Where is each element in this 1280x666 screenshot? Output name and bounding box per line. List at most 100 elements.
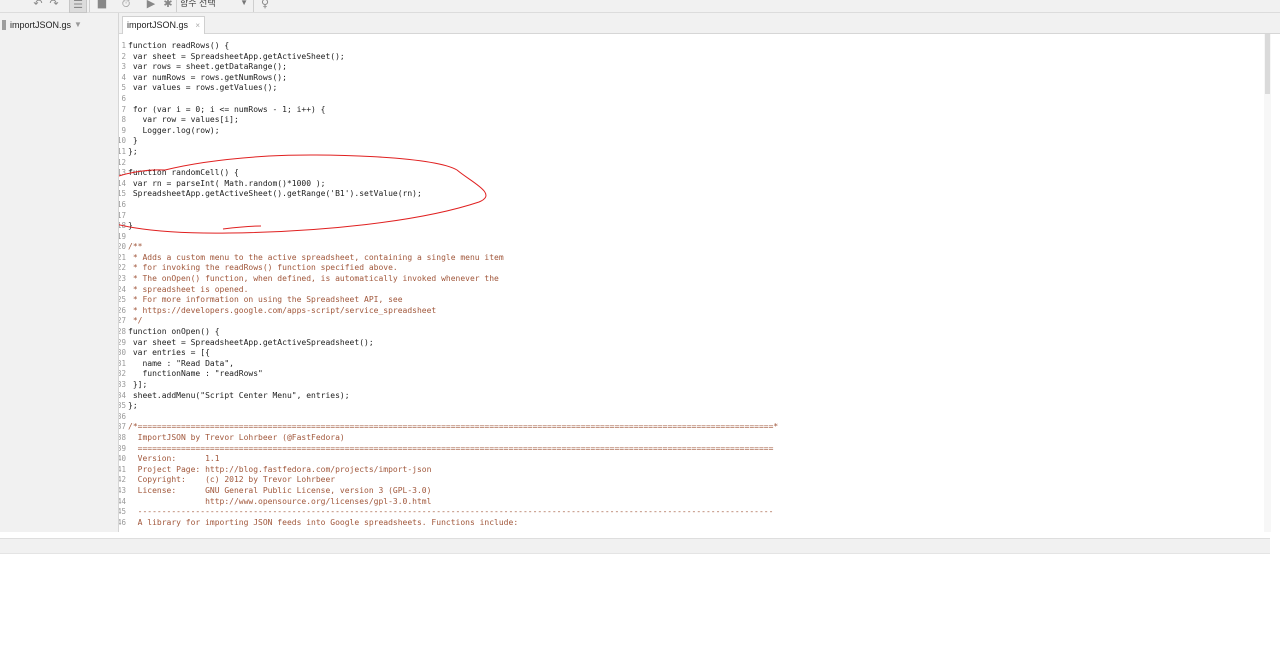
chevron-down-icon: ▼ [240, 0, 248, 7]
line-number: 7 [121, 104, 126, 114]
toolbar-divider [89, 0, 90, 12]
line-number: 2 [121, 51, 126, 61]
status-bar [0, 538, 1270, 554]
line-number: 22 [119, 263, 126, 273]
line-number: 23 [119, 274, 126, 284]
line-number: 42 [119, 475, 126, 485]
line-number: 44 [119, 496, 126, 506]
line-number: 15 [119, 189, 126, 199]
line-number: 17 [119, 210, 126, 220]
code-text: var numRows = rows.getNumRows(); [128, 72, 287, 82]
code-text: var sheet = SpreadsheetApp.getActiveSpre… [128, 337, 374, 347]
code-text: var values = rows.getValues(); [128, 83, 278, 93]
code-text: * spreadsheet is opened. [128, 284, 249, 294]
line-number: 34 [119, 390, 126, 400]
line-number: 19 [119, 231, 126, 241]
line-number: 31 [119, 358, 126, 368]
line-number: 11 [119, 146, 126, 156]
line-number: 26 [119, 305, 126, 315]
code-text: */ [128, 316, 143, 326]
indent-icon[interactable]: ☰ [69, 0, 87, 13]
line-number: 13 [119, 168, 126, 178]
save-icon[interactable]: ■ [94, 0, 110, 11]
code-text: Project Page: http://blog.fastfedora.com… [128, 464, 432, 474]
code-text: }]; [128, 380, 148, 389]
code-text: License: GNU General Public License, ver… [128, 485, 432, 495]
code-text: name : "Read Data", [128, 358, 234, 368]
line-number: 20 [119, 242, 126, 252]
code-text: * https://developers.google.com/apps-scr… [128, 305, 437, 315]
code-text: SpreadsheetApp.getActiveSheet().getRange… [128, 189, 422, 199]
line-number: 24 [119, 284, 126, 294]
line-number: 30 [119, 348, 126, 358]
code-text: function randomCell() { [128, 168, 239, 178]
redo-icon[interactable]: ↷ [46, 0, 62, 11]
line-number: 6 [121, 93, 126, 103]
debug-icon[interactable]: ✱ [160, 0, 176, 11]
code-text: A library for importing JSON feeds into … [128, 517, 519, 527]
lightbulb-icon[interactable]: ♀ [257, 0, 273, 11]
triggers-icon[interactable]: ⏱ [118, 0, 134, 11]
toolbar: ↶ ↷ ☰ ■ ⏱ ▶ ✱ 함수 선택 ▼ ♀ [0, 0, 1280, 13]
line-number: 8 [121, 115, 126, 125]
vertical-scrollbar[interactable] [1264, 34, 1271, 532]
line-number: 32 [119, 369, 126, 379]
toolbar-divider [253, 0, 254, 12]
code-text: * Adds a custom menu to the active sprea… [128, 252, 504, 262]
code-text: functionName : "readRows" [128, 369, 263, 379]
code-text: sheet.addMenu("Script Center Menu", entr… [128, 390, 350, 400]
line-number: 27 [119, 316, 126, 326]
line-number: 28 [119, 327, 126, 337]
run-icon[interactable]: ▶ [143, 0, 159, 11]
code-text: }; [128, 401, 138, 411]
line-number: 46 [119, 517, 126, 527]
code-text: ----------------------------------------… [128, 507, 774, 517]
undo-icon[interactable]: ↶ [30, 0, 46, 11]
sidebar-file-importjson[interactable]: importJSON.gs ▼ [0, 16, 116, 34]
toolbar-divider [176, 0, 177, 12]
line-number: 14 [119, 178, 126, 188]
line-number: 9 [121, 125, 126, 135]
line-number: 39 [119, 443, 126, 453]
line-number: 29 [119, 337, 126, 347]
scrollbar-thumb[interactable] [1265, 34, 1270, 94]
code-text: * For more information on using the Spre… [128, 295, 403, 305]
line-number: 41 [119, 464, 126, 474]
code-text: var sheet = SpreadsheetApp.getActiveShee… [128, 51, 345, 61]
code-text: /** [128, 242, 143, 252]
function-select[interactable]: 함수 선택 ▼ [180, 0, 250, 10]
line-number: 38 [119, 432, 126, 442]
line-number: 40 [119, 454, 126, 464]
code-text: ========================================… [128, 443, 774, 453]
line-number: 5 [121, 83, 126, 93]
code-text: * for invoking the readRows() function s… [128, 263, 398, 273]
editor-tabbar: importJSON.gs × [119, 13, 1280, 34]
code-text: Version: 1.1 [128, 454, 220, 464]
file-sidebar: importJSON.gs ▼ [0, 13, 119, 532]
file-icon [2, 20, 6, 30]
code-text: var row = values[i]; [128, 115, 239, 125]
code-text: } [128, 136, 138, 146]
code-text: http://www.opensource.org/licenses/gpl-3… [128, 496, 432, 506]
line-number: 36 [119, 411, 126, 421]
close-icon[interactable]: × [195, 17, 200, 34]
line-number: 4 [121, 72, 126, 82]
line-number: 1 [121, 41, 126, 50]
code-text: Logger.log(row); [128, 125, 220, 135]
code-text: var rows = sheet.getDataRange(); [128, 62, 287, 72]
code-text: } [128, 221, 133, 231]
chevron-down-icon[interactable]: ▼ [74, 16, 82, 34]
line-number: 18 [119, 221, 126, 231]
line-number: 37 [119, 422, 126, 432]
tab-label: importJSON.gs [127, 20, 189, 30]
line-number: 43 [119, 485, 126, 495]
sidebar-file-label: importJSON.gs [10, 20, 72, 30]
code-text: var rn = parseInt( Math.random()*1000 ); [128, 178, 326, 188]
line-number: 16 [119, 199, 126, 209]
code-text: function onOpen() { [128, 327, 220, 337]
code-editor[interactable]: 1 function readRows() {2 var sheet = Spre… [119, 34, 1269, 532]
line-number: 12 [119, 157, 126, 167]
line-number: 3 [121, 62, 126, 72]
tab-importjson[interactable]: importJSON.gs × [122, 16, 206, 34]
line-number: 33 [119, 380, 126, 389]
